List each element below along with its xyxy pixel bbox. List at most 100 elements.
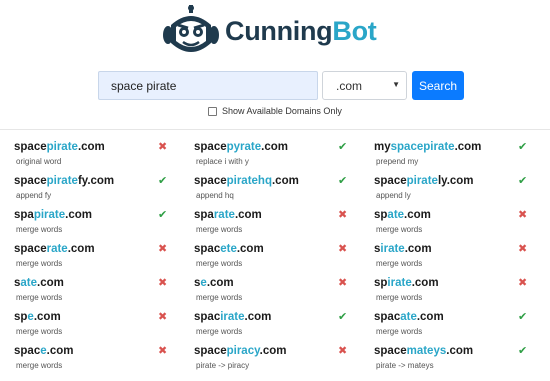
domain-part: space	[14, 243, 47, 255]
unavailable-cross-icon: ✖	[338, 209, 348, 221]
result-item[interactable]: spacepiratehq.com append hq ✔	[194, 174, 364, 206]
result-note: replace i with y	[196, 157, 249, 166]
chevron-down-icon: ▼	[392, 80, 400, 89]
result-item[interactable]: spacate.com merge words ✔	[374, 310, 544, 342]
result-item[interactable]: sate.com merge words ✖	[14, 276, 184, 308]
result-domain[interactable]: spe.com	[14, 310, 61, 325]
result-domain[interactable]: spacepiratefy.com	[14, 174, 114, 189]
result-note: merge words	[16, 327, 63, 336]
result-note: merge words	[376, 259, 423, 268]
result-note: append ly	[376, 191, 411, 200]
domain-part: sp	[374, 277, 388, 289]
domain-part: spac	[14, 345, 41, 357]
result-domain[interactable]: myspacepirate.com	[374, 140, 481, 155]
result-item[interactable]: spirate.com merge words ✖	[374, 276, 544, 308]
search-bar: .com ▼ Search	[0, 71, 550, 100]
domain-part: .com	[271, 175, 299, 187]
domain-part: .com	[234, 209, 262, 221]
domain-highlight: pirate	[406, 175, 438, 187]
result-domain[interactable]: sparate.com	[194, 208, 262, 223]
header: CunningBot	[0, 0, 550, 62]
domain-part: .com	[67, 243, 95, 255]
result-note: append hq	[196, 191, 234, 200]
result-note: pirate -> piracy	[196, 361, 250, 370]
domain-highlight: irate	[220, 311, 245, 323]
search-input[interactable]	[98, 71, 318, 100]
result-domain[interactable]: spacepirate.com	[14, 140, 105, 155]
result-item[interactable]: space.com merge words ✖	[14, 344, 184, 376]
result-domain[interactable]: spacerate.com	[14, 242, 95, 257]
available-check-icon: ✔	[518, 345, 528, 357]
result-domain[interactable]: spacete.com	[194, 242, 264, 257]
domain-part: sp	[14, 311, 28, 323]
result-item[interactable]: sparate.com merge words ✖	[194, 208, 364, 240]
result-item[interactable]: spacepiratefy.com append fy ✔	[14, 174, 184, 206]
tld-select[interactable]: .com ▼	[322, 71, 407, 100]
search-button[interactable]: Search	[412, 71, 464, 100]
unavailable-cross-icon: ✖	[518, 277, 528, 289]
result-item[interactable]: sirate.com merge words ✖	[374, 242, 544, 274]
result-item[interactable]: spacirate.com merge words ✔	[194, 310, 364, 342]
domain-highlight: ate	[400, 311, 417, 323]
result-domain[interactable]: spate.com	[374, 208, 431, 223]
domain-part: ly	[437, 175, 447, 187]
domain-part: .com	[259, 345, 287, 357]
available-only-filter[interactable]: Show Available Domains Only	[208, 104, 342, 118]
result-note: merge words	[376, 225, 423, 234]
domain-part: .com	[77, 141, 105, 153]
domain-highlight: pirate	[33, 209, 66, 221]
result-domain[interactable]: spacepyrate.com	[194, 140, 288, 155]
result-item[interactable]: spacepirate.com original word ✖	[14, 140, 184, 172]
result-item[interactable]: spacepiracy.com pirate -> piracy ✖	[194, 344, 364, 376]
result-domain[interactable]: spacepiracy.com	[194, 344, 286, 359]
brand-name-part1: Cunning	[225, 16, 333, 46]
result-note: prepend my	[376, 157, 419, 166]
domain-part: .com	[46, 345, 74, 357]
unavailable-cross-icon: ✖	[338, 243, 348, 255]
result-item[interactable]: spapirate.com merge words ✔	[14, 208, 184, 240]
domain-highlight: pirate	[46, 175, 78, 187]
brand-logo-text[interactable]: CunningBot	[225, 14, 377, 48]
result-item[interactable]: spacete.com merge words ✖	[194, 242, 364, 274]
result-item[interactable]: spate.com merge words ✖	[374, 208, 544, 240]
available-check-icon: ✔	[158, 209, 168, 221]
available-only-label[interactable]: Show Available Domains Only	[222, 106, 342, 116]
available-check-icon: ✔	[338, 311, 348, 323]
result-domain[interactable]: spacirate.com	[194, 310, 271, 325]
domain-part: space	[374, 175, 407, 187]
robot-head-icon[interactable]	[163, 5, 219, 59]
result-domain[interactable]: sirate.com	[374, 242, 432, 257]
result-item[interactable]: spacerate.com merge words ✖	[14, 242, 184, 274]
result-item[interactable]: spacepyrate.com replace i with y ✔	[194, 140, 364, 172]
domain-highlight: rate	[213, 209, 235, 221]
result-item[interactable]: spacemateys.com pirate -> mateys ✔	[374, 344, 544, 376]
available-check-icon: ✔	[518, 311, 528, 323]
result-domain[interactable]: spirate.com	[374, 276, 439, 291]
domain-highlight: ate	[20, 277, 38, 289]
domain-part: space	[14, 175, 47, 187]
unavailable-cross-icon: ✖	[338, 277, 348, 289]
result-domain[interactable]: sate.com	[14, 276, 64, 291]
result-domain[interactable]: spacepiratehq.com	[194, 174, 299, 189]
result-domain[interactable]: spacemateys.com	[374, 344, 473, 359]
result-domain[interactable]: space.com	[14, 344, 73, 359]
result-domain[interactable]: se.com	[194, 276, 234, 291]
result-item[interactable]: spe.com merge words ✖	[14, 310, 184, 342]
result-item[interactable]: spacepirately.com append ly ✔	[374, 174, 544, 206]
result-note: original word	[16, 157, 62, 166]
result-item[interactable]: se.com merge words ✖	[194, 276, 364, 308]
domain-highlight: piratehq	[226, 175, 272, 187]
domain-part: space	[374, 345, 407, 357]
available-only-checkbox[interactable]	[208, 106, 217, 116]
domain-part: spa	[194, 209, 214, 221]
domain-part: .com	[87, 175, 115, 187]
result-domain[interactable]: spapirate.com	[14, 208, 92, 223]
result-domain[interactable]: spacepirately.com	[374, 174, 474, 189]
domain-highlight: piracy	[226, 345, 260, 357]
domain-highlight: irate	[380, 243, 405, 255]
result-item[interactable]: myspacepirate.com prepend my ✔	[374, 140, 544, 172]
result-domain[interactable]: spacate.com	[374, 310, 444, 325]
domain-part: .com	[236, 243, 264, 255]
domain-part: space	[14, 141, 47, 153]
divider	[0, 129, 550, 130]
